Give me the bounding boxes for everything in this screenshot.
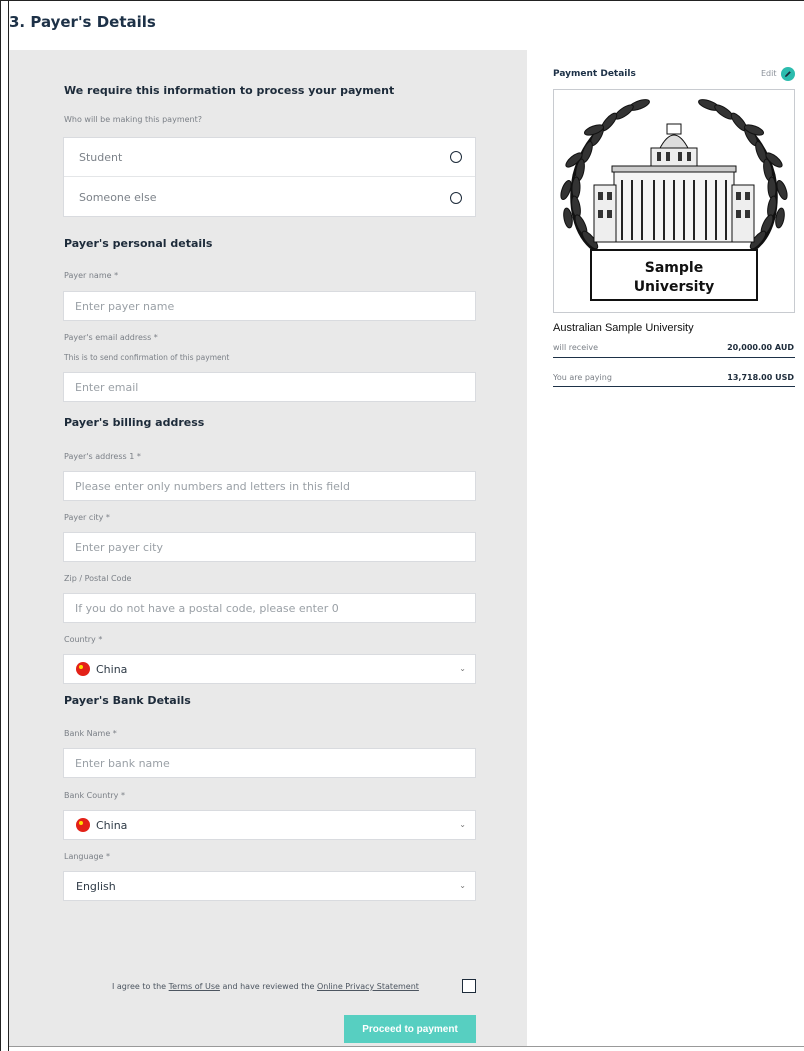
payer-radio-group: Student Someone else (63, 137, 476, 217)
proceed-to-payment-button[interactable]: Proceed to payment (344, 1015, 476, 1043)
agree-checkbox[interactable] (462, 979, 476, 993)
divider (553, 386, 795, 387)
institution-name: Australian Sample University (553, 322, 694, 334)
radio-option-label: Someone else (79, 191, 157, 204)
zip-input[interactable]: If you do not have a postal code, please… (63, 593, 476, 623)
bank-country-label: Bank Country * (64, 791, 125, 800)
language-label: Language * (64, 852, 111, 861)
page-title: 3. Payer's Details (9, 13, 156, 31)
logo-text-line2: University (634, 279, 715, 295)
address1-label: Payer's address 1 * (64, 452, 141, 461)
agree-middle: and have reviewed the (222, 982, 315, 991)
edit-link[interactable]: Edit (761, 69, 777, 78)
payment-details-title: Payment Details (553, 69, 636, 79)
intro-heading: We require this information to process y… (64, 84, 395, 97)
logo-text-line1: Sample (645, 260, 703, 276)
bank-country-value: China (96, 818, 128, 832)
radio-circle-icon[interactable] (450, 151, 462, 163)
radio-circle-icon[interactable] (450, 191, 462, 204)
language-value: English (76, 879, 116, 893)
email-input[interactable]: Enter email (63, 372, 476, 402)
personal-details-heading: Payer's personal details (64, 237, 213, 250)
terms-of-use-link[interactable]: Terms of Use (169, 982, 220, 991)
payer-name-label: Payer name * (64, 271, 119, 280)
country-label: Country * (64, 635, 103, 644)
city-input[interactable]: Enter payer city (63, 532, 476, 562)
address1-input[interactable]: Please enter only numbers and letters in… (63, 471, 476, 501)
who-pays-label: Who will be making this payment? (64, 115, 202, 124)
chevron-down-icon: ⌄ (459, 881, 466, 890)
email-hint: This is to send confirmation of this pay… (64, 353, 230, 362)
chevron-down-icon: ⌄ (459, 664, 466, 673)
bank-name-input[interactable]: Enter bank name (63, 748, 476, 778)
will-receive-label: will receive (553, 343, 598, 352)
email-label: Payer's email address * (64, 333, 158, 342)
bottom-border (9, 1046, 804, 1047)
privacy-statement-link[interactable]: Online Privacy Statement (317, 982, 419, 991)
university-logo: Sample University (553, 89, 795, 313)
radio-option-label: Student (79, 150, 123, 164)
country-select[interactable]: China ⌄ (63, 654, 476, 684)
agree-text: I agree to the Terms of Use and have rev… (112, 982, 419, 991)
radio-option-student[interactable]: Student (64, 138, 475, 177)
country-value: China (96, 662, 128, 676)
zip-label: Zip / Postal Code (64, 574, 132, 583)
city-label: Payer city * (64, 513, 110, 522)
will-receive-value: 20,000.00 AUD (727, 343, 794, 352)
china-flag-icon (76, 818, 90, 832)
billing-heading: Payer's billing address (64, 416, 205, 429)
radio-option-someone-else[interactable]: Someone else (64, 178, 475, 217)
bank-heading: Payer's Bank Details (64, 694, 191, 707)
language-select[interactable]: English ⌄ (63, 871, 476, 901)
chevron-down-icon: ⌄ (459, 820, 466, 829)
paying-value: 13,718.00 USD (727, 373, 794, 382)
agree-prefix: I agree to the (112, 982, 167, 991)
bank-country-select[interactable]: China ⌄ (63, 810, 476, 840)
pencil-icon[interactable] (781, 67, 795, 81)
university-building-icon (593, 123, 755, 243)
bank-name-label: Bank Name * (64, 729, 117, 738)
china-flag-icon (76, 662, 90, 676)
divider (553, 357, 795, 358)
payer-name-input[interactable]: Enter payer name (63, 291, 476, 321)
paying-label: You are paying (553, 373, 612, 382)
